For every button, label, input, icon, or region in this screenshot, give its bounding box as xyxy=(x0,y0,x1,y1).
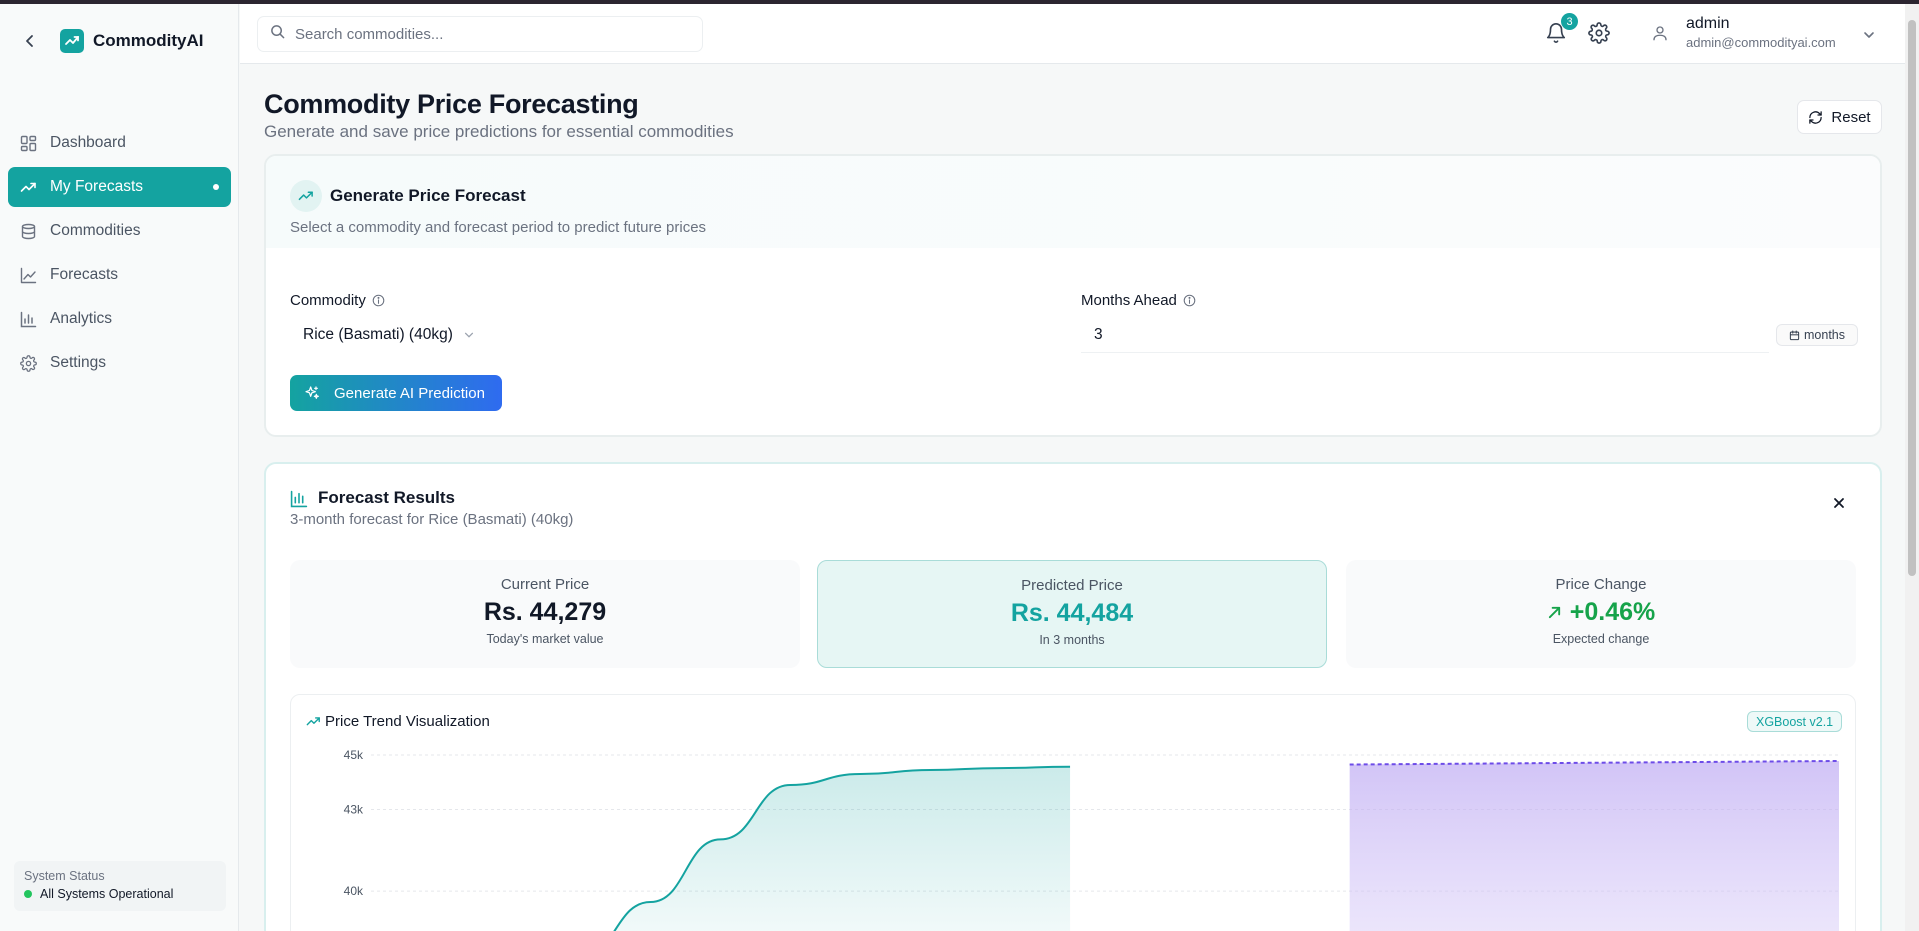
gear-icon xyxy=(20,354,38,372)
trending-up-icon xyxy=(290,180,322,212)
sidebar-item-commodities[interactable]: Commodities xyxy=(8,211,231,251)
price-change-value: +0.46% xyxy=(1569,598,1656,626)
price-change-card: Price Change +0.46% Expected change xyxy=(1346,560,1856,668)
calendar-icon xyxy=(1789,330,1800,340)
y-tick-label: 45k xyxy=(344,748,364,762)
predicted-price-label: Predicted Price xyxy=(1021,577,1123,594)
info-icon[interactable] xyxy=(372,294,385,307)
settings-gear-icon[interactable] xyxy=(1588,22,1612,46)
bar-chart-icon xyxy=(20,310,38,328)
dashboard-icon xyxy=(20,134,38,152)
trending-up-icon xyxy=(20,178,38,196)
chevron-down-icon xyxy=(464,332,473,338)
predicted-price-value: Rs. 44,484 xyxy=(1010,599,1134,627)
y-tick-label: 43k xyxy=(344,802,364,816)
commodity-label-row: Commodity xyxy=(290,292,385,309)
top-header: 3 admin admin@commodityai.com xyxy=(240,4,1905,64)
forecast-results-subtitle: 3-month forecast for Rice (Basmati) (40k… xyxy=(290,511,574,528)
sidebar-item-label: Dashboard xyxy=(50,134,126,151)
sidebar-item-my-forecasts[interactable]: My Forecasts xyxy=(8,167,231,207)
forecast-area xyxy=(1349,760,1839,931)
model-badge: XGBoost v2.1 xyxy=(1747,711,1843,732)
search-icon xyxy=(270,24,285,44)
current-price-label: Current Price xyxy=(500,576,590,593)
generate-forecast-subtitle: Select a commodity and forecast period t… xyxy=(290,219,707,236)
database-icon xyxy=(20,222,38,240)
generate-prediction-label: Generate AI Prediction xyxy=(334,384,485,402)
predicted-price-card: Predicted Price Rs. 44,484 In 3 months xyxy=(817,560,1327,668)
user-icon[interactable] xyxy=(1651,24,1671,44)
chart-title-row: Price Trend Visualization xyxy=(306,713,490,730)
y-tick-label: 40k xyxy=(344,884,364,898)
generate-prediction-button[interactable]: Generate AI Prediction xyxy=(290,375,502,411)
bar-chart-icon xyxy=(290,490,308,513)
trending-up-icon xyxy=(306,717,320,726)
sidebar-item-analytics[interactable]: Analytics xyxy=(8,299,231,339)
reset-button[interactable]: Reset xyxy=(1797,100,1882,134)
active-indicator-dot xyxy=(213,184,219,190)
months-unit-text: months xyxy=(1804,328,1845,342)
price-change-note: Expected change xyxy=(1552,632,1650,646)
sidebar-item-label: Forecasts xyxy=(50,266,119,283)
page-title: Commodity Price Forecasting xyxy=(264,89,639,119)
current-price-value: Rs. 44,279 xyxy=(483,598,607,626)
sidebar-item-label: Settings xyxy=(50,354,107,371)
user-email: admin@commodityai.com xyxy=(1686,35,1836,50)
months-label-row: Months Ahead xyxy=(1081,292,1196,309)
chevron-left-icon[interactable] xyxy=(22,33,46,49)
price-change-label: Price Change xyxy=(1555,576,1647,593)
current-price-note: Today's market value xyxy=(486,632,604,646)
sidebar-nav: Dashboard My Forecasts Commodities Forec… xyxy=(8,123,231,387)
commodity-selected-value: Rice (Basmati) (40kg) xyxy=(303,326,453,343)
sidebar-item-label: Commodities xyxy=(50,222,141,239)
close-icon[interactable] xyxy=(1832,496,1846,510)
line-chart-icon xyxy=(20,266,38,284)
months-ahead-field xyxy=(1081,317,1769,353)
sidebar: CommodityAI Dashboard My Forecasts Commo… xyxy=(0,4,239,931)
generate-forecast-card: Generate Price Forecast Select a commodi… xyxy=(264,154,1882,437)
sidebar-item-dashboard[interactable]: Dashboard xyxy=(8,123,231,163)
chart-title: Price Trend Visualization xyxy=(325,713,490,730)
arrow-up-right-icon xyxy=(1548,606,1560,619)
predicted-price-note: In 3 months xyxy=(1039,633,1105,647)
reset-label: Reset xyxy=(1831,108,1871,126)
search-input[interactable] xyxy=(295,25,675,43)
system-status: System Status All Systems Operational xyxy=(14,861,226,911)
page-subtitle: Generate and save price predictions for … xyxy=(264,122,734,141)
sidebar-item-forecasts[interactable]: Forecasts xyxy=(8,255,231,295)
sidebar-item-label: My Forecasts xyxy=(50,178,144,195)
forecast-results-title: Forecast Results xyxy=(318,488,455,507)
current-price-card: Current Price Rs. 44,279 Today's market … xyxy=(290,560,800,668)
generate-forecast-title: Generate Price Forecast xyxy=(330,186,526,205)
chevron-down-icon[interactable] xyxy=(1862,28,1876,42)
months-unit-badge: months xyxy=(1776,324,1858,346)
status-dot-icon xyxy=(24,890,32,898)
months-ahead-label: Months Ahead xyxy=(1081,292,1177,309)
sidebar-item-settings[interactable]: Settings xyxy=(8,343,231,383)
refresh-icon xyxy=(1809,110,1823,124)
app-name: CommodityAI xyxy=(93,31,204,50)
info-icon[interactable] xyxy=(1183,294,1196,307)
commodity-select[interactable]: Rice (Basmati) (40kg) xyxy=(290,318,488,352)
price-trend-chart: 45k43k40k38k xyxy=(344,748,1840,931)
price-change-row: +0.46% xyxy=(1346,598,1856,627)
logo-icon xyxy=(60,29,84,53)
scrollbar-thumb[interactable] xyxy=(1908,20,1916,576)
price-trend-chart-card: 45k43k40k38k Price Trend Visualization X… xyxy=(290,694,1856,931)
search-box xyxy=(257,16,703,52)
brand: CommodityAI xyxy=(22,28,204,54)
sidebar-item-label: Analytics xyxy=(50,310,113,327)
sparkles-icon xyxy=(305,386,319,399)
generate-forecast-header: Generate Price Forecast Select a commodi… xyxy=(266,156,1880,248)
months-ahead-input[interactable] xyxy=(1094,325,1694,344)
forecast-results-card: Forecast Results 3-month forecast for Ri… xyxy=(264,462,1882,931)
notification-count-badge: 3 xyxy=(1561,13,1578,30)
commodity-label: Commodity xyxy=(290,292,366,309)
system-status-row: All Systems Operational xyxy=(24,887,216,901)
system-status-title: System Status xyxy=(24,869,105,883)
historical-area xyxy=(614,766,1071,931)
user-name[interactable]: admin xyxy=(1686,15,1730,33)
system-status-value: All Systems Operational xyxy=(40,887,174,901)
